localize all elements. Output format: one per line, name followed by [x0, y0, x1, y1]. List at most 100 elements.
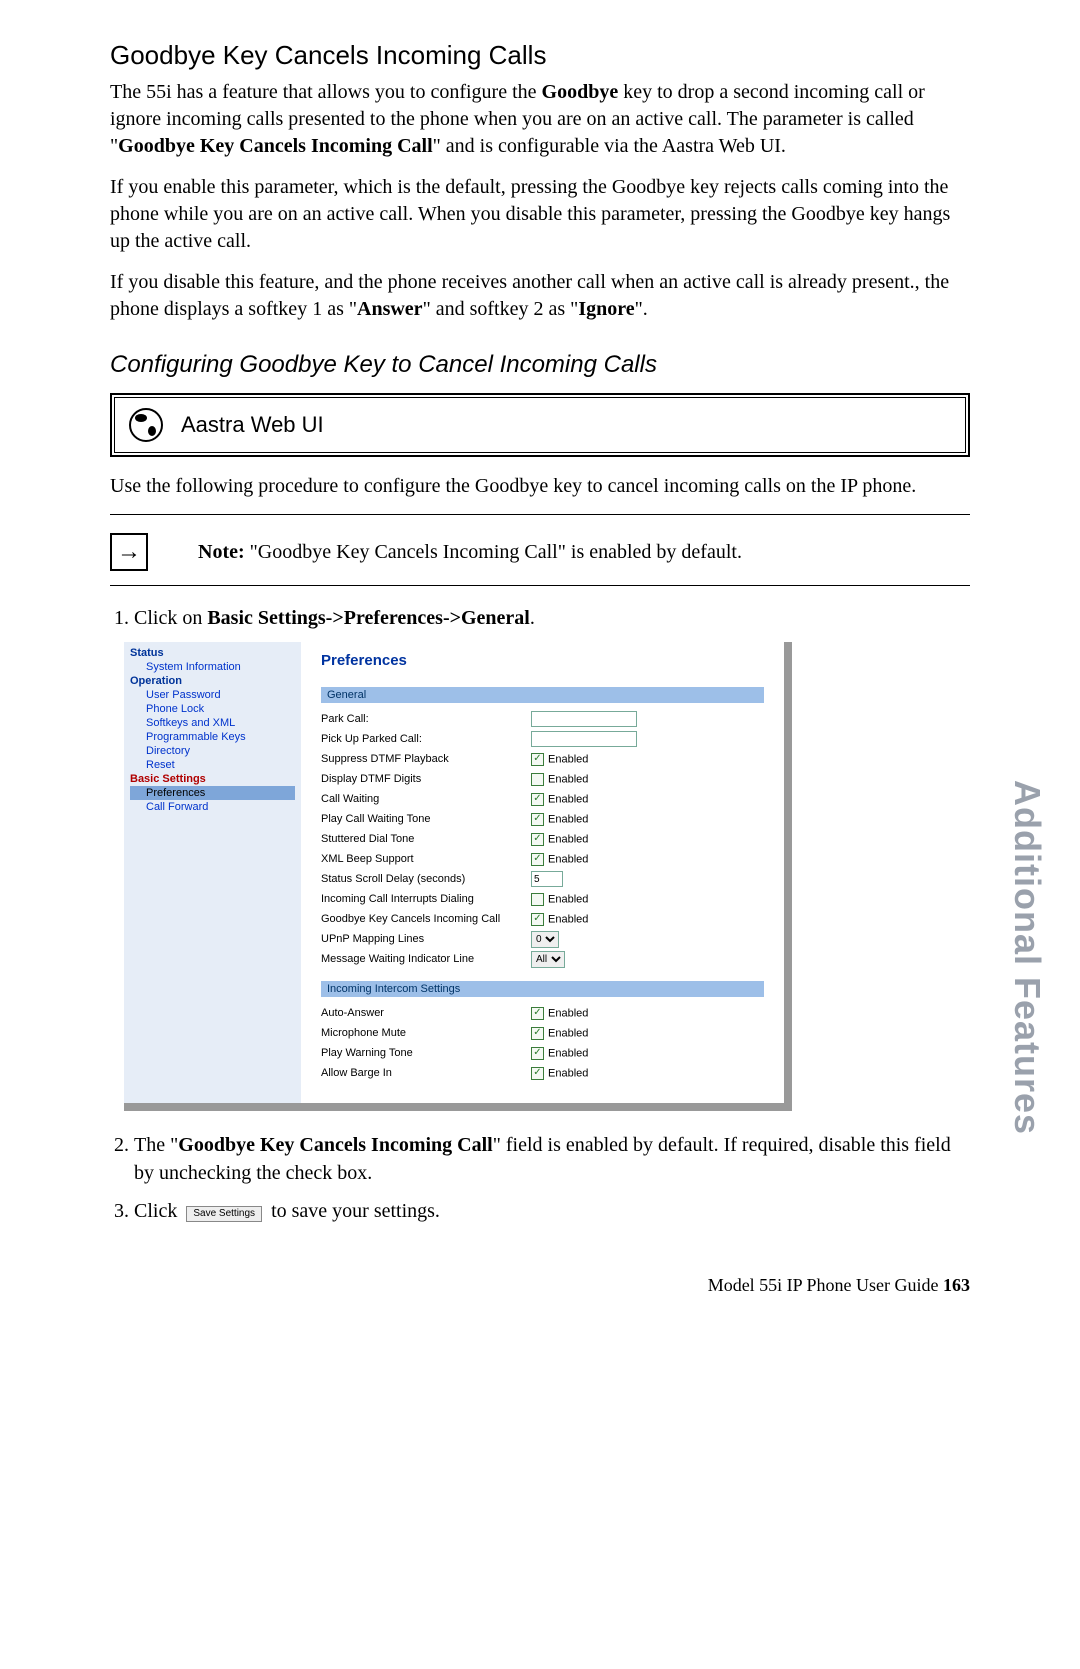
- nav-phone-lock[interactable]: Phone Lock: [130, 702, 295, 716]
- nav-path: Basic Settings->Preferences->General: [207, 607, 530, 629]
- upnp-label: UPnP Mapping Lines: [321, 933, 531, 945]
- text: Click: [134, 1200, 182, 1222]
- auto-answer-checkbox[interactable]: ✓: [531, 1007, 544, 1020]
- cw-tone-label: Play Call Waiting Tone: [321, 813, 531, 825]
- display-dtmf-label: Display DTMF Digits: [321, 773, 531, 785]
- step-1: Click on Basic Settings->Preferences->Ge…: [134, 604, 970, 632]
- call-waiting-label: Call Waiting: [321, 793, 531, 805]
- procedure-intro: Use the following procedure to configure…: [110, 473, 970, 500]
- save-settings-button[interactable]: Save Settings: [186, 1206, 262, 1222]
- subsection-heading: Configuring Goodbye Key to Cancel Incomi…: [110, 351, 970, 379]
- nav-reset[interactable]: Reset: [130, 758, 295, 772]
- enabled-text: Enabled: [548, 1067, 588, 1079]
- text: " and softkey 2 as ": [423, 298, 579, 320]
- enabled-text: Enabled: [548, 833, 588, 845]
- side-tab-additional-features: Additional Features: [1006, 780, 1048, 1135]
- text: to save your settings.: [266, 1200, 440, 1222]
- param-name: Goodbye Key Cancels Incoming Call: [118, 135, 432, 157]
- interrupt-dialing-checkbox[interactable]: [531, 893, 544, 906]
- preferences-title: Preferences: [321, 652, 764, 669]
- mic-mute-checkbox[interactable]: ✓: [531, 1027, 544, 1040]
- preferences-panel: Preferences General Park Call: Pick Up P…: [301, 642, 784, 1103]
- text: The 55i has a feature that allows you to…: [110, 81, 542, 103]
- divider: [110, 585, 970, 586]
- field-name: Goodbye Key Cancels Incoming Call: [178, 1134, 492, 1156]
- goodbye-cancel-checkbox[interactable]: ✓: [531, 913, 544, 926]
- mic-mute-label: Microphone Mute: [321, 1027, 531, 1039]
- pickup-parked-input[interactable]: [531, 731, 637, 747]
- page-number: 163: [943, 1275, 970, 1295]
- answer-term: Answer: [357, 298, 423, 320]
- text: .: [530, 607, 535, 629]
- section-heading: Goodbye Key Cancels Incoming Calls: [110, 40, 970, 71]
- step-3: Click Save Settings to save your setting…: [134, 1197, 970, 1225]
- general-section-header: General: [321, 687, 764, 703]
- xml-beep-label: XML Beep Support: [321, 853, 531, 865]
- enabled-text: Enabled: [548, 1027, 588, 1039]
- enabled-text: Enabled: [548, 1047, 588, 1059]
- enabled-text: Enabled: [548, 893, 588, 905]
- goodbye-key-term: Goodbye: [542, 81, 619, 103]
- call-waiting-checkbox[interactable]: ✓: [531, 793, 544, 806]
- preferences-screenshot: Status System Information Operation User…: [124, 642, 792, 1111]
- enabled-text: Enabled: [548, 773, 588, 785]
- barge-in-label: Allow Barge In: [321, 1067, 531, 1079]
- text: " and is configurable via the Aastra Web…: [433, 135, 786, 157]
- barge-in-checkbox[interactable]: ✓: [531, 1067, 544, 1080]
- nav-user-password[interactable]: User Password: [130, 688, 295, 702]
- ignore-term: Ignore: [578, 298, 634, 320]
- enabled-text: Enabled: [548, 853, 588, 865]
- stuttered-dial-checkbox[interactable]: ✓: [531, 833, 544, 846]
- enabled-text: Enabled: [548, 753, 588, 765]
- upnp-select[interactable]: 0: [531, 931, 559, 948]
- goodbye-cancel-label: Goodbye Key Cancels Incoming Call: [321, 913, 531, 925]
- scroll-delay-input[interactable]: [531, 871, 563, 887]
- nav-call-forward[interactable]: Call Forward: [130, 800, 295, 814]
- pickup-parked-label: Pick Up Parked Call:: [321, 733, 531, 745]
- left-nav: Status System Information Operation User…: [124, 642, 301, 1103]
- warning-tone-checkbox[interactable]: ✓: [531, 1047, 544, 1060]
- nav-softkeys-xml[interactable]: Softkeys and XML: [130, 716, 295, 730]
- nav-preferences[interactable]: Preferences: [130, 786, 295, 800]
- cw-tone-checkbox[interactable]: ✓: [531, 813, 544, 826]
- nav-basic-settings[interactable]: Basic Settings: [130, 772, 295, 786]
- globe-icon: [129, 408, 163, 442]
- arrow-right-icon: →: [110, 533, 148, 571]
- text: The ": [134, 1134, 178, 1156]
- nav-system-information[interactable]: System Information: [130, 660, 295, 674]
- suppress-dtmf-label: Suppress DTMF Playback: [321, 753, 531, 765]
- intercom-section-header: Incoming Intercom Settings: [321, 981, 764, 997]
- nav-programmable-keys[interactable]: Programmable Keys: [130, 730, 295, 744]
- interrupt-dialing-label: Incoming Call Interrupts Dialing: [321, 893, 531, 905]
- aastra-web-ui-label: Aastra Web UI: [181, 412, 324, 438]
- enabled-text: Enabled: [548, 913, 588, 925]
- stuttered-dial-label: Stuttered Dial Tone: [321, 833, 531, 845]
- enabled-text: Enabled: [548, 793, 588, 805]
- enabled-text: Enabled: [548, 1007, 588, 1019]
- text: ".: [635, 298, 648, 320]
- nav-operation[interactable]: Operation: [130, 674, 295, 688]
- text: Click on: [134, 607, 207, 629]
- footer-title: Model 55i IP Phone User Guide: [708, 1275, 943, 1295]
- mwi-line-label: Message Waiting Indicator Line: [321, 953, 531, 965]
- note-label: Note:: [198, 541, 245, 563]
- nav-directory[interactable]: Directory: [130, 744, 295, 758]
- warning-tone-label: Play Warning Tone: [321, 1047, 531, 1059]
- divider: [110, 514, 970, 515]
- intro-paragraph-2: If you enable this parameter, which is t…: [110, 174, 970, 255]
- note-text: Note: "Goodbye Key Cancels Incoming Call…: [198, 541, 742, 564]
- park-call-input[interactable]: [531, 711, 637, 727]
- display-dtmf-checkbox[interactable]: [531, 773, 544, 786]
- enabled-text: Enabled: [548, 813, 588, 825]
- mwi-line-select[interactable]: All: [531, 951, 565, 968]
- xml-beep-checkbox[interactable]: ✓: [531, 853, 544, 866]
- step-2: The "Goodbye Key Cancels Incoming Call" …: [134, 1131, 970, 1187]
- scroll-delay-label: Status Scroll Delay (seconds): [321, 873, 531, 885]
- nav-status[interactable]: Status: [130, 646, 295, 660]
- intro-paragraph-3: If you disable this feature, and the pho…: [110, 269, 970, 323]
- suppress-dtmf-checkbox[interactable]: ✓: [531, 753, 544, 766]
- intro-paragraph-1: The 55i has a feature that allows you to…: [110, 79, 970, 160]
- auto-answer-label: Auto-Answer: [321, 1007, 531, 1019]
- park-call-label: Park Call:: [321, 713, 531, 725]
- note-body: "Goodbye Key Cancels Incoming Call" is e…: [245, 541, 742, 563]
